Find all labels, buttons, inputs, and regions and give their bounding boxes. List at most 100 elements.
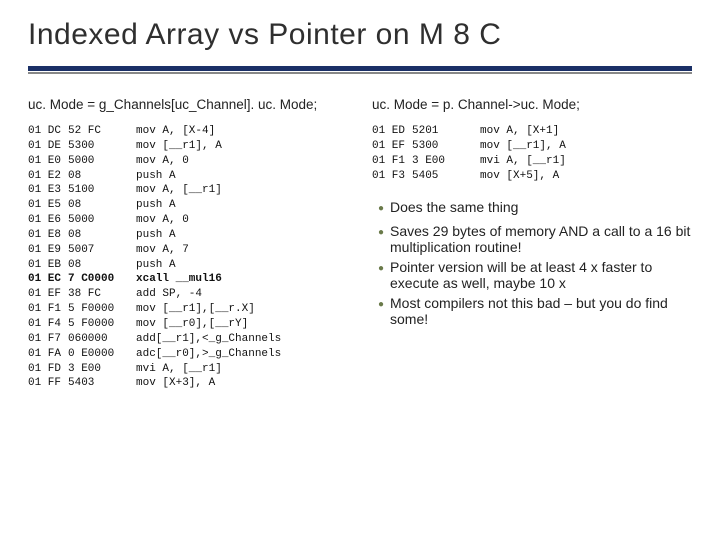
bytes-cell: 3 E00 [412, 154, 480, 169]
bytes-cell: 5300 [412, 139, 480, 154]
code-row: 01 EC7 C0000xcall __mul16 [28, 272, 348, 287]
bullet-list: ●Does the same thing●Saves 29 bytes of m… [372, 199, 692, 327]
bullet-icon: ● [372, 199, 390, 219]
code-row: 01 E95007mov A, 7 [28, 243, 348, 258]
page-title: Indexed Array vs Pointer on M 8 C [28, 18, 692, 52]
addr-cell: 01 F1 [372, 154, 412, 169]
asm-cell: mov A, 7 [136, 243, 348, 258]
bytes-cell: 38 FC [68, 287, 136, 302]
addr-cell: 01 E0 [28, 154, 68, 169]
bytes-cell: 08 [68, 228, 136, 243]
list-item: ●Saves 29 bytes of memory AND a call to … [372, 223, 692, 255]
asm-cell: push A [136, 228, 348, 243]
asm-cell: mov A, 0 [136, 213, 348, 228]
addr-cell: 01 E5 [28, 198, 68, 213]
bytes-cell: 0 E0000 [68, 347, 136, 362]
asm-cell: mov [X+3], A [136, 376, 348, 391]
right-column: uc. Mode = p. Channel->uc. Mode; 01 ED52… [372, 97, 692, 391]
bytes-cell: 52 FC [68, 124, 136, 139]
asm-cell: push A [136, 169, 348, 184]
addr-cell: 01 F3 [372, 169, 412, 184]
asm-cell: mov [X+5], A [480, 169, 692, 184]
asm-cell: push A [136, 258, 348, 273]
bullet-icon: ● [372, 223, 390, 255]
bytes-cell: 5300 [68, 139, 136, 154]
bytes-cell: 3 E00 [68, 362, 136, 377]
bytes-cell: 5007 [68, 243, 136, 258]
bullet-icon: ● [372, 259, 390, 291]
bytes-cell: 060000 [68, 332, 136, 347]
list-item: ●Most compilers not this bad – but you d… [372, 295, 692, 327]
left-listing: 01 DC52 FCmov A, [X-4]01 DE5300mov [__r1… [28, 124, 348, 391]
asm-cell: mov A, [X-4] [136, 124, 348, 139]
asm-cell: mov [__r1], A [480, 139, 692, 154]
bytes-cell: 5000 [68, 213, 136, 228]
addr-cell: 01 EF [28, 287, 68, 302]
bullet-icon: ● [372, 295, 390, 327]
addr-cell: 01 ED [372, 124, 412, 139]
bytes-cell: 5100 [68, 183, 136, 198]
right-listing: 01 ED5201mov A, [X+1]01 EF5300mov [__r1]… [372, 124, 692, 183]
code-row: 01 E05000mov A, 0 [28, 154, 348, 169]
code-row: 01 EF5300mov [__r1], A [372, 139, 692, 154]
asm-cell: push A [136, 198, 348, 213]
asm-cell: mov [__r0],[__rY] [136, 317, 348, 332]
code-row: 01 F13 E00mvi A, [__r1] [372, 154, 692, 169]
list-item: ●Does the same thing [372, 199, 692, 219]
title-rule [28, 66, 692, 71]
addr-cell: 01 EF [372, 139, 412, 154]
right-caption: uc. Mode = p. Channel->uc. Mode; [372, 97, 692, 112]
bytes-cell: 7 C0000 [68, 272, 136, 287]
code-row: 01 FF5403mov [X+3], A [28, 376, 348, 391]
code-row: 01 DE5300mov [__r1], A [28, 139, 348, 154]
list-item-text: Pointer version will be at least 4 x fas… [390, 259, 692, 291]
asm-cell: mov [__r1],[__r.X] [136, 302, 348, 317]
bytes-cell: 5403 [68, 376, 136, 391]
addr-cell: 01 F4 [28, 317, 68, 332]
addr-cell: 01 DC [28, 124, 68, 139]
addr-cell: 01 FA [28, 347, 68, 362]
code-row: 01 ED5201mov A, [X+1] [372, 124, 692, 139]
code-row: 01 F15 F0000mov [__r1],[__r.X] [28, 302, 348, 317]
asm-cell: mvi A, [__r1] [136, 362, 348, 377]
left-column: uc. Mode = g_Channels[uc_Channel]. uc. M… [28, 97, 348, 391]
list-item-text: Most compilers not this bad – but you do… [390, 295, 692, 327]
code-row: 01 FA0 E0000adc[__r0],>_g_Channels [28, 347, 348, 362]
addr-cell: 01 F1 [28, 302, 68, 317]
code-row: 01 EB08push A [28, 258, 348, 273]
asm-cell: xcall __mul16 [136, 272, 348, 287]
addr-cell: 01 E6 [28, 213, 68, 228]
asm-cell: adc[__r0],>_g_Channels [136, 347, 348, 362]
code-row: 01 E808push A [28, 228, 348, 243]
code-row: 01 E508push A [28, 198, 348, 213]
asm-cell: add SP, -4 [136, 287, 348, 302]
asm-cell: mov A, 0 [136, 154, 348, 169]
addr-cell: 01 EB [28, 258, 68, 273]
bytes-cell: 08 [68, 169, 136, 184]
asm-cell: mov A, [X+1] [480, 124, 692, 139]
code-row: 01 FD3 E00mvi A, [__r1] [28, 362, 348, 377]
code-row: 01 E35100mov A, [__r1] [28, 183, 348, 198]
code-row: 01 E65000mov A, 0 [28, 213, 348, 228]
code-row: 01 DC52 FCmov A, [X-4] [28, 124, 348, 139]
asm-cell: mov [__r1], A [136, 139, 348, 154]
addr-cell: 01 F7 [28, 332, 68, 347]
list-item-text: Saves 29 bytes of memory AND a call to a… [390, 223, 692, 255]
list-item-text: Does the same thing [390, 199, 692, 219]
list-item: ●Pointer version will be at least 4 x fa… [372, 259, 692, 291]
addr-cell: 01 DE [28, 139, 68, 154]
code-row: 01 F7060000add[__r1],<_g_Channels [28, 332, 348, 347]
addr-cell: 01 E9 [28, 243, 68, 258]
addr-cell: 01 E8 [28, 228, 68, 243]
bytes-cell: 5 F0000 [68, 317, 136, 332]
addr-cell: 01 FF [28, 376, 68, 391]
addr-cell: 01 E3 [28, 183, 68, 198]
addr-cell: 01 EC [28, 272, 68, 287]
addr-cell: 01 FD [28, 362, 68, 377]
bytes-cell: 5201 [412, 124, 480, 139]
code-row: 01 EF38 FCadd SP, -4 [28, 287, 348, 302]
bytes-cell: 5405 [412, 169, 480, 184]
bytes-cell: 5000 [68, 154, 136, 169]
asm-cell: mvi A, [__r1] [480, 154, 692, 169]
bytes-cell: 08 [68, 198, 136, 213]
